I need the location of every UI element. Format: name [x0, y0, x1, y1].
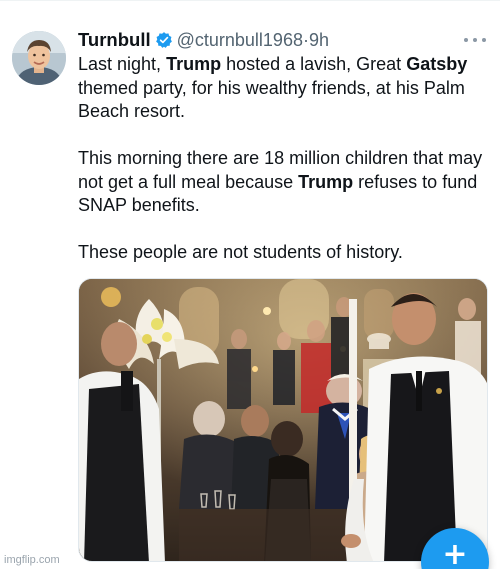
tweet-photo[interactable] — [78, 278, 488, 562]
tweet-text: Last night, Trump hosted a lavish, Great… — [78, 53, 492, 265]
text-run: hosted a lavish, Great — [221, 54, 407, 74]
more-dot — [473, 38, 477, 42]
more-dot — [482, 38, 486, 42]
display-name[interactable]: Turnbull — [78, 29, 151, 51]
text-run: themed party, for his wealthy friends, a… — [78, 77, 465, 122]
verified-badge-icon — [155, 31, 173, 49]
tweet-paragraph-2: This morning there are 18 million childr… — [78, 147, 492, 218]
plus-icon: + — [442, 537, 468, 569]
tweet-paragraph-3: These people are not students of history… — [78, 242, 403, 262]
party-photo-image — [79, 279, 487, 561]
author-handle[interactable]: @cturnbull1968 — [177, 30, 303, 51]
avatar[interactable] — [12, 31, 66, 85]
watermark-text: imgflip.com — [4, 554, 60, 566]
bold-text-run: Trump — [298, 171, 354, 192]
more-icon[interactable] — [464, 33, 486, 47]
bold-text-run: Trump — [166, 54, 222, 74]
timestamp[interactable]: 9h — [309, 30, 329, 51]
text-run: Last night, — [78, 54, 167, 74]
more-dot — [464, 38, 468, 42]
tweet-card: Turnbull @cturnbull1968 · 9h Last night,… — [0, 0, 500, 569]
avatar-image — [12, 31, 66, 85]
bold-text-run: Gatsby — [406, 54, 468, 74]
tweet-paragraph-1: Last night, Trump hosted a lavish, Great… — [78, 53, 492, 124]
tweet-header: Turnbull @cturnbull1968 · 9h — [78, 28, 329, 52]
